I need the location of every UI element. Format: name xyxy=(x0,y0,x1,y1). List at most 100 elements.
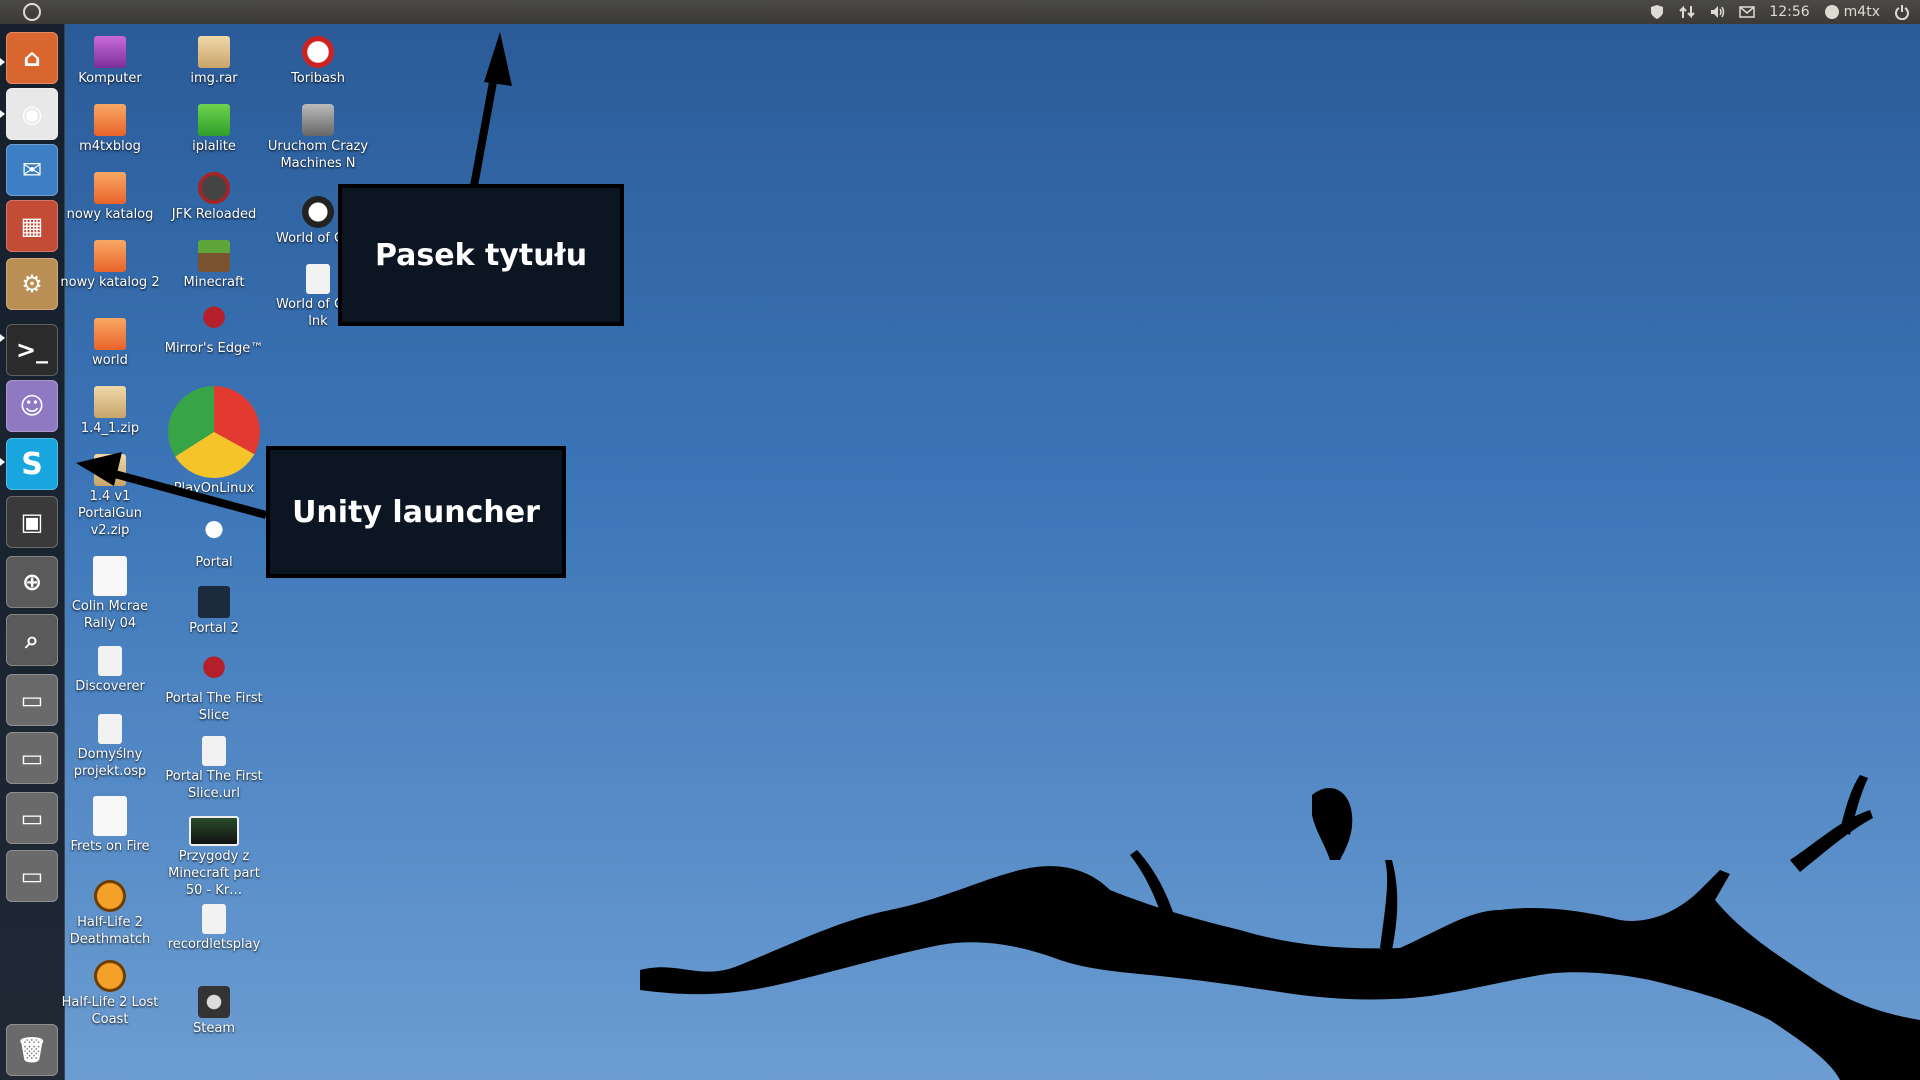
desktop-icon-label: nowy katalog xyxy=(66,207,154,222)
chrome-icon: ◉ xyxy=(21,100,43,128)
launcher-skype[interactable]: S xyxy=(6,438,58,490)
folder-icon xyxy=(94,172,126,204)
launcher-trash[interactable]: 🗑 xyxy=(6,1024,58,1076)
user-name: m4tx xyxy=(1843,4,1880,20)
desktop-icon-label: Discoverer xyxy=(75,679,145,694)
trash-icon: 🗑 xyxy=(16,1036,48,1064)
drive-icon: ▭ xyxy=(20,686,44,714)
title-bar-arrow xyxy=(470,59,501,187)
launcher-terminal[interactable]: >_ xyxy=(6,324,58,376)
software-center-icon: ▦ xyxy=(20,212,44,240)
archive-icon xyxy=(198,36,230,68)
desktop-icon-label: iplalite xyxy=(192,139,236,154)
desktop-icon[interactable]: Half-Life 2 Deathmatch xyxy=(58,880,162,948)
running-indicator-icon xyxy=(0,334,5,342)
network-indicator[interactable] xyxy=(1679,4,1696,20)
user-indicator[interactable]: m4tx xyxy=(1824,4,1880,20)
jfk-icon xyxy=(198,172,230,204)
ipla-icon xyxy=(198,104,230,136)
pidgin-icon: ☺ xyxy=(19,392,45,420)
desktop-icon[interactable]: recordletsplay xyxy=(162,904,266,953)
desktop-icon[interactable]: Steam xyxy=(162,986,266,1037)
desktop-icon[interactable]: img.rar xyxy=(162,36,266,87)
desktop-icon[interactable]: Portal The First Slice.url xyxy=(162,736,266,802)
title-bar-annotation-text: Pasek tytułu xyxy=(374,237,588,273)
drive-icon: ▭ xyxy=(20,744,44,772)
session-indicator[interactable] xyxy=(1894,4,1910,20)
zoom-icon: ⊕ xyxy=(21,568,43,596)
unity-launcher: ⌂ ◉ ✉ ▦ ⚙ >_ ☺ S ▣ ⊕ ⌕ ▭ ▭ ▭ ▭ 🗑 xyxy=(0,24,65,1080)
desktop-icon[interactable]: 1.4 v1 PortalGun v2.zip xyxy=(58,454,162,539)
desktop-icon[interactable]: Portal xyxy=(162,520,266,571)
desktop-icon[interactable]: Uruchom Crazy Machines N xyxy=(266,104,370,172)
ubuntu-software-icon: ⚙ xyxy=(21,270,43,298)
desktop-icon[interactable]: m4txblog xyxy=(58,104,162,155)
launcher-drive-4[interactable]: ▭ xyxy=(6,850,58,902)
launcher-magnifier[interactable]: ⊕ xyxy=(6,556,58,608)
running-indicator-icon xyxy=(0,58,5,66)
desktop-icon-label: Mirror's Edge™ xyxy=(164,341,264,356)
desktop-icon[interactable]: Discoverer xyxy=(58,646,162,695)
launcher-drive-3[interactable]: ▭ xyxy=(6,792,58,844)
thunderbird-icon: ✉ xyxy=(21,156,43,184)
desktop-icon[interactable]: Toribash xyxy=(266,36,370,87)
steam-icon xyxy=(198,986,230,1018)
desktop-icon-label: 1.4 v1 PortalGun v2.zip xyxy=(78,489,142,538)
desktop-icon-label: recordletsplay xyxy=(167,937,261,952)
archive-icon xyxy=(94,386,126,418)
messaging-indicator[interactable] xyxy=(1739,4,1756,20)
desktop-icon[interactable]: iplalite xyxy=(162,104,266,155)
folder-icon xyxy=(94,318,126,350)
desktop-icon[interactable]: nowy katalog xyxy=(58,172,162,223)
launcher-thunderbird[interactable]: ✉ xyxy=(6,144,58,196)
desktop-icon[interactable]: Portal 2 xyxy=(162,586,266,637)
desktop-icon[interactable]: JFK Reloaded xyxy=(162,172,266,223)
desktop-icon[interactable]: Przygody z Minecraft part 50 - Kr… xyxy=(162,816,266,899)
desktop-icon[interactable]: 1.4_1.zip xyxy=(58,386,162,437)
launcher-drive-1[interactable]: ▭ xyxy=(6,674,58,726)
desktop-icon-label: 1.4_1.zip xyxy=(80,421,140,436)
launcher-pidgin[interactable]: ☺ xyxy=(6,380,58,432)
portal-icon xyxy=(198,520,230,552)
desktop-icon-label: Domyślny projekt.osp xyxy=(73,747,147,779)
launcher-search[interactable]: ⌕ xyxy=(6,614,58,666)
desktop-icon-label: Colin Mcrae Rally 04 xyxy=(71,599,149,631)
launcher-ubuntu-software[interactable]: ⚙ xyxy=(6,258,58,310)
half-life-icon xyxy=(94,880,126,912)
desktop-icon[interactable]: world xyxy=(58,318,162,369)
desktop-icon[interactable]: Colin Mcrae Rally 04 xyxy=(58,556,162,632)
desktop-icon[interactable]: Frets on Fire xyxy=(58,796,162,855)
skype-icon: S xyxy=(21,446,43,482)
running-indicator-icon xyxy=(0,110,5,118)
document-icon xyxy=(306,264,330,294)
desktop-icon[interactable]: Minecraft xyxy=(162,240,266,291)
crazy-machines-icon xyxy=(302,104,334,136)
search-icon: ⌕ xyxy=(25,626,39,654)
launcher-workspace-switcher[interactable]: ▣ xyxy=(6,496,58,548)
desktop-icon[interactable]: Mirror's Edge™ xyxy=(162,306,266,357)
sound-indicator[interactable] xyxy=(1709,4,1725,20)
desktop-icon[interactable]: Half-Life 2 Lost Coast xyxy=(58,960,162,1028)
dash-button[interactable] xyxy=(0,0,64,24)
indicator-area: 12:56 m4tx xyxy=(1649,4,1920,20)
desktop-icon[interactable]: Domyślny projekt.osp xyxy=(58,714,162,780)
launcher-software-center[interactable]: ▦ xyxy=(6,200,58,252)
launcher-drive-2[interactable]: ▭ xyxy=(6,732,58,784)
desktop-icon[interactable]: PlayOnLinux xyxy=(162,386,266,497)
desktop-icon-label: Toribash xyxy=(291,71,345,86)
shield-indicator[interactable] xyxy=(1649,4,1665,20)
desktop-icon-label: Half-Life 2 Deathmatch xyxy=(69,915,151,947)
clock-time: 12:56 xyxy=(1769,4,1810,20)
desktop-icon[interactable]: Komputer xyxy=(58,36,162,87)
desktop-icon[interactable]: nowy katalog 2 xyxy=(58,240,162,291)
launcher-chrome[interactable]: ◉ xyxy=(6,88,58,140)
desktop-icon[interactable]: Portal The First Slice xyxy=(162,656,266,724)
portal2-icon xyxy=(198,586,230,618)
playonlinux-icon xyxy=(168,386,260,478)
computer-icon xyxy=(94,36,126,68)
desktop-icon-label: Uruchom Crazy Machines N xyxy=(267,139,369,171)
desktop-icon-label: Minecraft xyxy=(183,275,245,290)
document-icon xyxy=(98,714,122,744)
launcher-home-folder[interactable]: ⌂ xyxy=(6,32,58,84)
clock-indicator[interactable]: 12:56 xyxy=(1769,4,1809,20)
